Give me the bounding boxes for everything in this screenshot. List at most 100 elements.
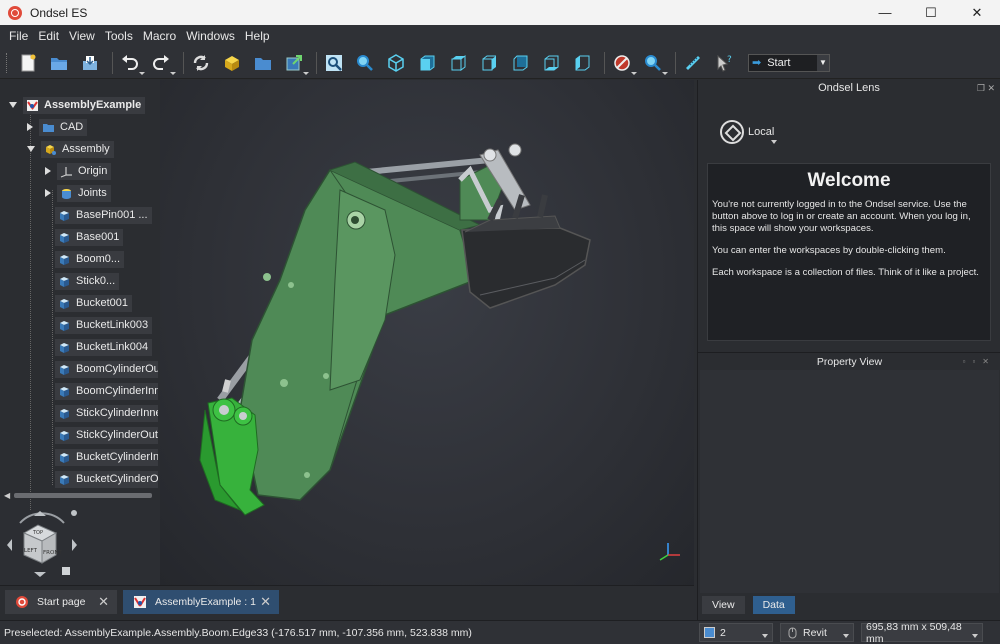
panel-float-icons[interactable]: ▫▫✕ [963,353,996,371]
tree-row-part[interactable]: Stick0... [55,272,120,290]
scroll-left-arrow-icon[interactable]: ◀ [4,491,10,500]
fit-selection-button[interactable] [352,50,378,76]
dropdown-arrow-icon[interactable] [762,634,768,638]
menu-view[interactable]: View [64,29,100,43]
menu-windows[interactable]: Windows [181,29,240,43]
draw-style-dropdown-arrow[interactable] [631,71,637,75]
tree-row-joints[interactable]: Joints [45,184,111,202]
view-front-button[interactable] [414,50,440,76]
view-right-button[interactable] [476,50,502,76]
tree-row-part[interactable]: Base001 [55,228,124,246]
new-file-button[interactable] [15,50,41,76]
fit-all-button[interactable] [321,50,347,76]
tree-row-part[interactable]: Bucket001 [55,294,132,312]
tree-item-part[interactable]: BucketCylinderOu [55,470,158,488]
menu-tools[interactable]: Tools [100,29,138,43]
tree-row-part[interactable]: BoomCylinderOut [55,360,158,378]
tree-item-part[interactable]: Stick0... [55,272,120,290]
save-button[interactable] [77,50,103,76]
tree-item-part[interactable]: StickCylinderInner [55,404,158,422]
view-top-button[interactable] [445,50,471,76]
refresh-button[interactable] [188,50,214,76]
dropdown-arrow-icon[interactable] [972,634,978,638]
tree-item-part[interactable]: Base001 [55,228,124,246]
zoom-button[interactable] [640,50,668,76]
workbench-selector[interactable]: ➡ Start ▼ [748,53,830,72]
view-isometric-button[interactable] [383,50,409,76]
tree-row-assembly[interactable]: Assembly [27,140,114,158]
tree-item-part[interactable]: BucketLink004 [55,338,153,356]
tree-item-part[interactable]: BucketCylinderInn [55,448,158,466]
login-dropdown-arrow[interactable] [771,140,777,144]
undo-dropdown-arrow[interactable] [139,71,145,75]
tree-row-part[interactable]: BoomCylinderInne [55,382,158,400]
tree-row-part[interactable]: BucketLink003 [55,316,153,334]
menu-edit[interactable]: Edit [33,29,64,43]
3d-viewport[interactable] [160,80,694,585]
tab-data[interactable]: Data [752,596,795,614]
tree-row-part[interactable]: BasePin001 ... [55,206,152,224]
zoom-dropdown-arrow[interactable] [662,71,668,75]
tree-row-part[interactable]: BucketCylinderOu [55,470,158,488]
tree-row-root[interactable]: AssemblyExample [9,96,146,114]
tree-row-part[interactable]: StickCylinderOute [55,426,158,444]
tree-horizontal-scrollbar[interactable]: ◀ [4,490,158,500]
minimize-button[interactable]: — [862,0,908,25]
close-tab-icon[interactable]: ✕ [260,594,271,610]
menu-file[interactable]: File [4,29,33,43]
tree-item-assembly[interactable]: Assembly [41,140,114,158]
tab-start-page[interactable]: Start page ✕ [5,590,117,614]
toolbar-grip[interactable] [6,52,9,73]
view-left-button[interactable] [569,50,595,76]
tree-item-assemblyexample[interactable]: AssemblyExample [23,96,146,114]
tree-item-part[interactable]: BasePin001 ... [55,206,152,224]
part-button[interactable] [219,50,245,76]
redo-button[interactable] [148,50,176,76]
scrollbar-thumb[interactable] [14,493,152,498]
link-button[interactable] [281,50,309,76]
view-rear-button[interactable] [507,50,533,76]
maximize-button[interactable]: ☐ [908,0,954,25]
tree-row-part[interactable]: Boom0... [55,250,125,268]
expand-arrow-icon[interactable] [45,189,51,197]
collapse-arrow-icon[interactable] [27,146,35,152]
property-view-body[interactable] [700,370,999,593]
tree-item-part[interactable]: BucketLink003 [55,316,153,334]
dimension-selector[interactable]: 695,83 mm x 509,48 mm [861,621,983,644]
close-button[interactable]: ✕ [954,0,1000,25]
tree-item-part[interactable]: BoomCylinderOut [55,360,158,378]
group-button[interactable] [250,50,276,76]
expand-arrow-icon[interactable] [45,167,51,175]
navigation-cube-graphic[interactable]: TOP FRONT LEFT [2,505,82,585]
tree-item-part[interactable]: BoomCylinderInne [55,382,158,400]
tab-assembly-example[interactable]: AssemblyExample : 1 ✕ [123,590,279,614]
tree-row-part[interactable]: StickCylinderInner [55,404,158,422]
tree-row-part[interactable]: BucketLink004 [55,338,153,356]
measure-button[interactable] [680,50,706,76]
tree-item-joints[interactable]: Joints [57,184,111,202]
tree-row-cad[interactable]: CAD [27,118,88,136]
login-button[interactable]: Local [720,120,777,144]
draw-style-button[interactable] [609,50,637,76]
tree-item-origin[interactable]: Origin [57,162,112,180]
tree-row-origin[interactable]: Origin [45,162,112,180]
tree-item-part[interactable]: Bucket001 [55,294,132,312]
draw-style-selector[interactable]: 2 [699,623,773,642]
collapse-arrow-icon[interactable] [9,102,17,108]
open-file-button[interactable] [46,50,72,76]
workbench-dropdown-button[interactable]: ▼ [817,54,829,71]
undo-button[interactable] [117,50,145,76]
view-bottom-button[interactable] [538,50,564,76]
expand-arrow-icon[interactable] [27,123,33,131]
tree-item-part[interactable]: StickCylinderOute [55,426,158,444]
menu-help[interactable]: Help [240,29,275,43]
tree-row-part[interactable]: BucketCylinderInn [55,448,158,466]
dropdown-arrow-icon[interactable] [843,634,849,638]
link-dropdown-arrow[interactable] [303,71,309,75]
tree-item-part[interactable]: Boom0... [55,250,125,268]
redo-dropdown-arrow[interactable] [170,71,176,75]
excavator-arm-model[interactable] [160,80,694,585]
whats-this-button[interactable]: ? [711,50,737,76]
menu-macro[interactable]: Macro [138,29,181,43]
navigation-cube[interactable]: TOP FRONT LEFT [2,505,82,585]
